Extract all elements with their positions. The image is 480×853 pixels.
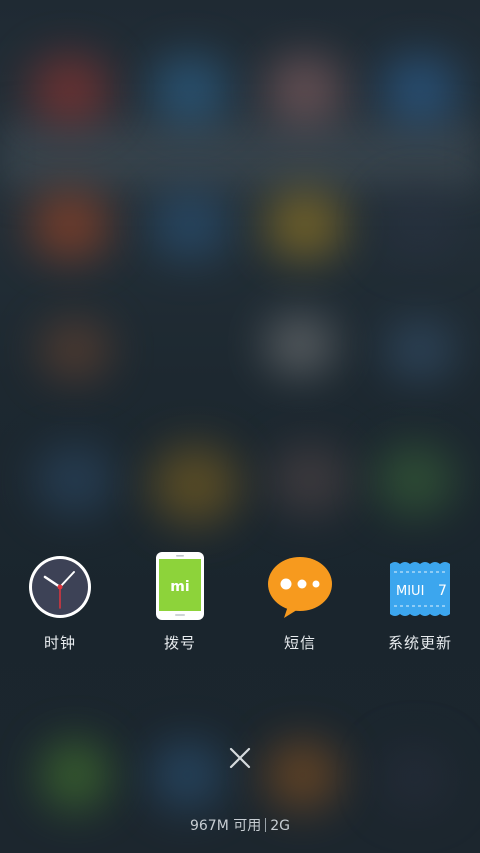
backdrop-blob	[265, 740, 340, 810]
recent-app-label: 拨号	[163, 634, 196, 652]
backdrop-blob	[35, 445, 115, 515]
close-icon	[229, 747, 251, 769]
clock-icon	[29, 556, 91, 618]
recent-apps-screen: 时钟 mi 拨号 短信 MIUI 7 系统更新 967M 可用 2G	[0, 0, 480, 853]
clear-all-button[interactable]	[222, 740, 258, 776]
recent-app-label: 时钟	[43, 634, 76, 652]
backdrop-blob	[150, 190, 230, 260]
miui-badge-text: MIUI	[396, 584, 424, 599]
backdrop-blob	[265, 315, 335, 375]
backdrop-band	[0, 120, 480, 190]
recent-app-messages[interactable]: 短信	[240, 552, 360, 662]
dialer-brand-text: mi	[170, 579, 189, 595]
recent-apps-row: 时钟 mi 拨号 短信 MIUI 7 系统更新	[0, 552, 480, 662]
memory-status: 967M 可用 2G	[0, 815, 480, 835]
miui-version-number: 7	[438, 583, 447, 599]
backdrop-blob	[380, 55, 460, 125]
backdrop-blob	[265, 55, 345, 125]
recent-app-dialer[interactable]: mi 拨号	[120, 552, 240, 662]
memory-available: 967M 可用	[189, 818, 262, 834]
backdrop-blob	[375, 445, 455, 515]
backdrop-blob	[380, 190, 460, 260]
message-bubble-icon	[268, 557, 332, 618]
backdrop-blob	[30, 190, 110, 260]
backdrop-blob	[150, 445, 240, 525]
backdrop-blob	[380, 745, 450, 810]
backdrop-blob	[40, 320, 110, 380]
memory-divider	[265, 818, 267, 832]
backdrop-blob	[150, 55, 230, 125]
backdrop-blob	[150, 740, 225, 810]
backdrop-blob	[270, 445, 350, 515]
memory-total: 2G	[270, 818, 291, 834]
recent-app-clock[interactable]: 时钟	[0, 552, 120, 662]
backdrop-blob	[385, 320, 455, 380]
recent-app-label: 系统更新	[387, 634, 452, 652]
system-update-ticket-icon: MIUI 7	[390, 562, 450, 616]
backdrop-blob	[40, 740, 110, 810]
dialer-phone-icon: mi	[156, 552, 204, 620]
recent-app-system-update[interactable]: MIUI 7 系统更新	[360, 552, 480, 662]
backdrop-blob	[265, 190, 345, 260]
backdrop-blob	[30, 55, 110, 125]
recent-app-label: 短信	[283, 634, 316, 652]
